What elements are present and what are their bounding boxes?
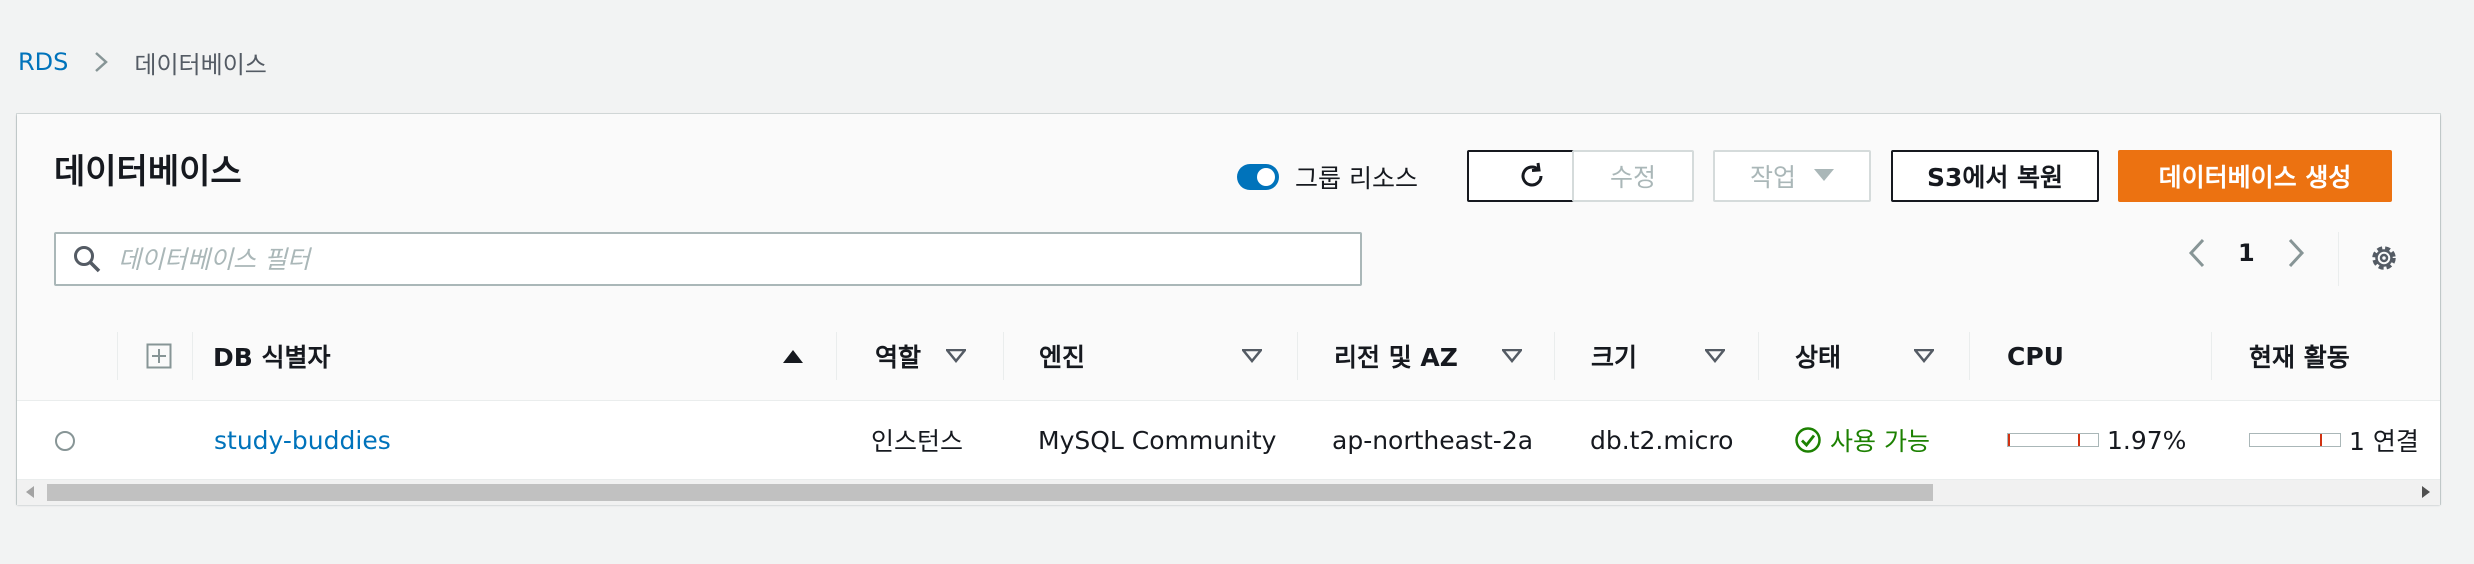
pager-divider <box>2338 232 2339 286</box>
table-row[interactable]: study-buddies 인스턴스 MySQL Community ap-no… <box>17 401 2440 479</box>
actions-label: 작업 <box>1749 163 1796 192</box>
page-title: 데이터베이스 <box>54 152 242 192</box>
plus-square-icon[interactable] <box>146 343 172 369</box>
column-header-cpu[interactable]: CPU <box>2007 312 2064 400</box>
next-page-icon[interactable] <box>2287 238 2305 268</box>
modify-button[interactable]: 수정 <box>1572 150 1694 202</box>
scroll-left-icon[interactable] <box>25 485 35 499</box>
cell-region-az: ap-northeast-2a <box>1332 425 1534 455</box>
cell-role: 인스턴스 <box>871 427 964 456</box>
sort-icon[interactable] <box>1242 349 1262 363</box>
caret-down-icon <box>1814 169 1834 181</box>
scroll-right-icon[interactable] <box>2421 485 2431 499</box>
current-page[interactable]: 1 <box>2238 239 2255 267</box>
sort-icon[interactable] <box>1502 349 1522 363</box>
search-input[interactable] <box>116 243 1340 275</box>
databases-panel: 데이터베이스 그룹 리소스 수정 작업 S3에서 복원 데이터베이스 생성 데이… <box>17 114 2440 505</box>
column-header-activity[interactable]: 현재 활동 <box>2249 312 2350 400</box>
gear-icon[interactable] <box>2368 242 2400 274</box>
column-header-size[interactable]: 크기 <box>1591 312 1637 400</box>
cell-activity: 1 연결 <box>2249 401 2419 479</box>
toggle-switch[interactable] <box>1237 164 1279 190</box>
group-resources-toggle[interactable]: 그룹 리소스 <box>1237 159 1418 195</box>
status-text: 사용 가능 <box>1830 427 1930 456</box>
cell-cpu: 1.97% <box>2007 401 2186 479</box>
search-icon <box>74 246 101 273</box>
sort-ascending-icon[interactable] <box>783 349 803 363</box>
pagination: 1 <box>2188 238 2305 268</box>
scrollbar-thumb[interactable] <box>47 484 1933 501</box>
actions-dropdown[interactable]: 작업 <box>1713 150 1871 202</box>
column-header-role[interactable]: 역할 <box>875 312 921 400</box>
column-header-status[interactable]: 상태 <box>1795 312 1841 400</box>
check-circle-icon <box>1795 427 1821 453</box>
cpu-value: 1.97% <box>2107 425 2187 455</box>
refresh-icon <box>1521 162 1543 187</box>
activity-bar <box>2249 433 2341 447</box>
column-header-identifier[interactable]: DB 식별자 <box>213 312 331 400</box>
row-select-radio[interactable] <box>55 431 75 451</box>
create-database-button[interactable]: 데이터베이스 생성 <box>2118 150 2392 202</box>
cell-size: db.t2.micro <box>1590 425 1734 455</box>
db-identifier-link[interactable]: study-buddies <box>214 426 391 455</box>
cell-engine: MySQL Community <box>1038 425 1277 455</box>
activity-value: 1 연결 <box>2349 427 2419 456</box>
sort-icon[interactable] <box>1914 349 1934 363</box>
restore-from-s3-button[interactable]: S3에서 복원 <box>1891 150 2099 202</box>
panel-header: 데이터베이스 그룹 리소스 수정 작업 S3에서 복원 데이터베이스 생성 데이… <box>17 114 2440 313</box>
column-header-engine[interactable]: 엔진 <box>1039 312 1085 400</box>
database-filter[interactable] <box>54 232 1362 286</box>
sort-icon[interactable] <box>1705 349 1725 363</box>
table-header: DB 식별자 역할 엔진 리전 및 AZ 크기 상태 CPU 현재 활동 <box>17 312 2440 401</box>
sort-icon[interactable] <box>946 349 966 363</box>
previous-page-icon[interactable] <box>2188 238 2206 268</box>
breadcrumb-rds-link[interactable]: RDS <box>18 48 68 76</box>
breadcrumb: RDS 데이터베이스 <box>18 44 267 80</box>
column-header-region-az[interactable]: 리전 및 AZ <box>1334 312 1458 400</box>
cell-status: 사용 가능 <box>1794 401 1930 479</box>
group-resources-label: 그룹 리소스 <box>1295 164 1418 193</box>
horizontal-scrollbar[interactable] <box>17 479 2440 505</box>
chevron-right-icon <box>95 52 109 72</box>
breadcrumb-current: 데이터베이스 <box>134 50 267 79</box>
cpu-bar <box>2007 433 2099 447</box>
